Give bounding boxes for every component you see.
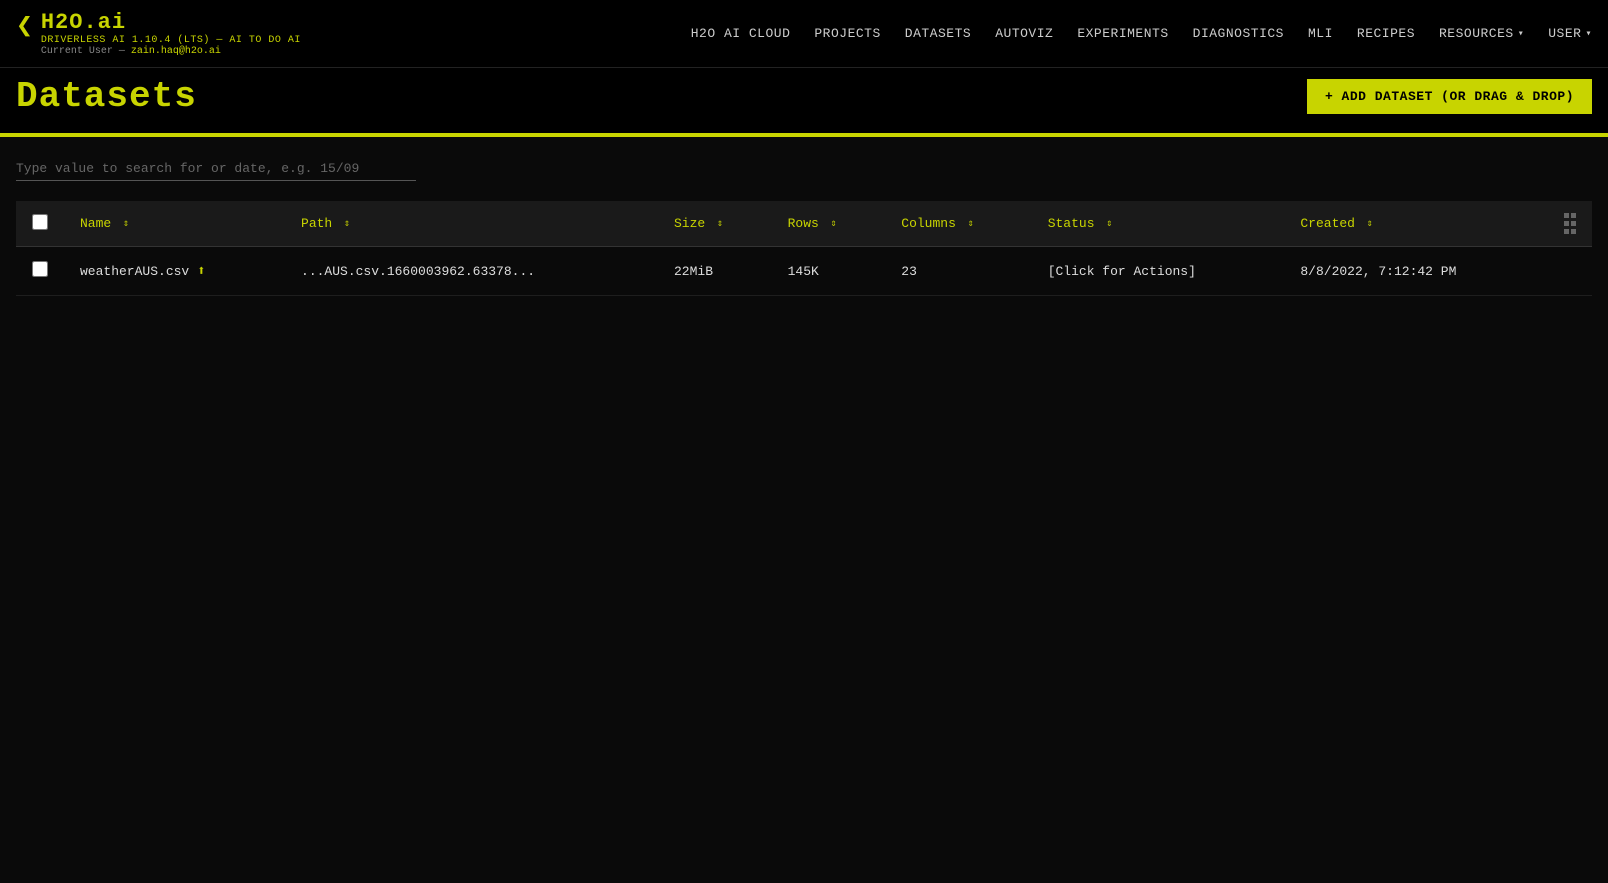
brand-title: H2O.ai xyxy=(41,10,301,35)
status-sort-icon: ⇕ xyxy=(1106,218,1112,230)
search-input[interactable] xyxy=(16,157,416,181)
nav-recipes[interactable]: RECIPES xyxy=(1357,26,1415,41)
nav-links-container: H2O AI CLOUD PROJECTS DATASETS AUTOVIZ E… xyxy=(691,26,1592,41)
user-email-link[interactable]: zain.haq@h2o.ai xyxy=(131,46,221,57)
table-header-created[interactable]: Created ⇕ xyxy=(1284,201,1548,247)
datasets-table: Name ⇕ Path ⇕ Size ⇕ Rows ⇕ Columns ⇕ xyxy=(16,201,1592,296)
table-header-status[interactable]: Status ⇕ xyxy=(1032,201,1285,247)
table-header-resize-handle xyxy=(1548,201,1592,247)
nav-autoviz[interactable]: AUTOVIZ xyxy=(995,26,1053,41)
page-header: Datasets + ADD DATASET (OR DRAG & DROP) xyxy=(0,68,1608,135)
table-header-columns[interactable]: Columns ⇕ xyxy=(885,201,1031,247)
brand-logo[interactable]: ❮ H2O.ai DRIVERLESS AI 1.10.4 (LTS) — AI… xyxy=(16,10,301,57)
user-dropdown-arrow: ▾ xyxy=(1585,28,1592,40)
page-title: Datasets xyxy=(16,76,197,117)
row-checkbox-cell xyxy=(16,247,64,296)
main-content: Name ⇕ Path ⇕ Size ⇕ Rows ⇕ Columns ⇕ xyxy=(0,137,1608,296)
columns-sort-icon: ⇕ xyxy=(968,218,974,230)
row-created: 8/8/2022, 7:12:42 PM xyxy=(1284,247,1548,296)
brand-subtitle: DRIVERLESS AI 1.10.4 (LTS) — AI TO DO AI xyxy=(41,35,301,46)
size-sort-icon: ⇕ xyxy=(717,218,723,230)
resources-dropdown-arrow: ▾ xyxy=(1518,28,1525,40)
nav-diagnostics[interactable]: DIAGNOSTICS xyxy=(1193,26,1284,41)
table-header-path[interactable]: Path ⇕ xyxy=(285,201,658,247)
nav-user[interactable]: USER ▾ xyxy=(1548,26,1592,41)
row-checkbox[interactable] xyxy=(32,261,48,277)
row-columns: 23 xyxy=(885,247,1031,296)
nav-mli[interactable]: MLI xyxy=(1308,26,1333,41)
table-row[interactable]: weatherAUS.csv ⬆ ...AUS.csv.1660003962.6… xyxy=(16,247,1592,296)
table-body: weatherAUS.csv ⬆ ...AUS.csv.1660003962.6… xyxy=(16,247,1592,296)
table-header-rows[interactable]: Rows ⇕ xyxy=(772,201,886,247)
row-rows: 145K xyxy=(772,247,886,296)
top-navigation: ❮ H2O.ai DRIVERLESS AI 1.10.4 (LTS) — AI… xyxy=(0,0,1608,68)
created-sort-icon: ⇕ xyxy=(1367,218,1373,230)
table-header-checkbox xyxy=(16,201,64,247)
table-header-name[interactable]: Name ⇕ xyxy=(64,201,285,247)
upload-icon: ⬆ xyxy=(197,263,205,280)
table-header-row: Name ⇕ Path ⇕ Size ⇕ Rows ⇕ Columns ⇕ xyxy=(16,201,1592,247)
row-size: 22MiB xyxy=(658,247,772,296)
row-actions xyxy=(1548,247,1592,296)
nav-h2o-ai-cloud[interactable]: H2O AI CLOUD xyxy=(691,26,791,41)
nav-projects[interactable]: PROJECTS xyxy=(814,26,880,41)
name-sort-icon: ⇕ xyxy=(123,218,129,230)
rows-sort-icon: ⇕ xyxy=(831,218,837,230)
nav-experiments[interactable]: EXPERIMENTS xyxy=(1077,26,1168,41)
brand-current-user: Current User — zain.haq@h2o.ai xyxy=(41,46,301,57)
path-sort-icon: ⇕ xyxy=(344,218,350,230)
select-all-checkbox[interactable] xyxy=(32,214,48,230)
nav-resources[interactable]: RESOURCES ▾ xyxy=(1439,26,1524,41)
row-status[interactable]: [Click for Actions] xyxy=(1032,247,1285,296)
back-arrow-icon[interactable]: ❮ xyxy=(16,14,33,42)
row-name: weatherAUS.csv ⬆ xyxy=(64,247,285,296)
nav-datasets[interactable]: DATASETS xyxy=(905,26,971,41)
table-header-size[interactable]: Size ⇕ xyxy=(658,201,772,247)
add-dataset-button[interactable]: + ADD DATASET (OR DRAG & DROP) xyxy=(1307,79,1592,114)
row-path: ...AUS.csv.1660003962.63378... xyxy=(285,247,658,296)
